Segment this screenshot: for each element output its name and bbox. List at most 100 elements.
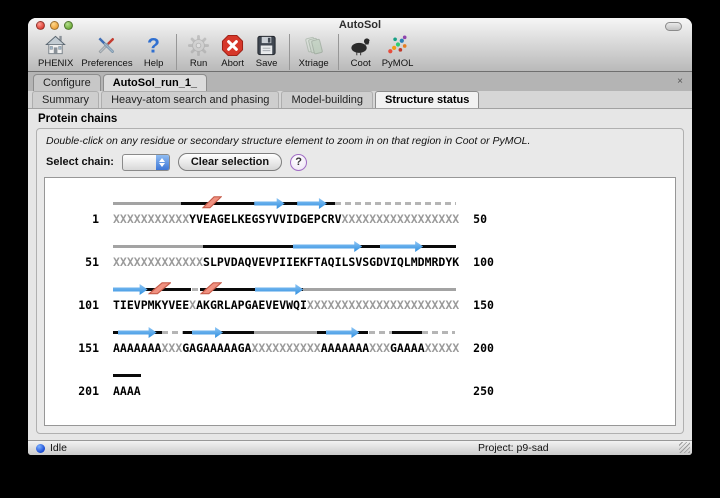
window-title: AutoSol <box>28 18 692 33</box>
sequence-body: AAAAAAAXXXGAGAAAAAGAXXXXXXXXXXAAAAAAAXXX… <box>113 324 459 355</box>
unmodeled-residues[interactable]: XXXXXXXXXXXXXXXXXXXXXX <box>307 298 459 312</box>
tab-configure[interactable]: Configure <box>33 74 101 91</box>
beta-strand-arrow-icon[interactable] <box>326 327 360 338</box>
built-line[interactable] <box>113 374 141 377</box>
subtab-heavy-atom-search-and-phasing[interactable]: Heavy-atom search and phasing <box>101 91 279 108</box>
modeled-residues[interactable]: GAGAAAAAGA <box>182 341 251 355</box>
unmodeled-residues[interactable]: XXX <box>161 341 182 355</box>
beta-strand-arrow-icon[interactable] <box>254 198 284 209</box>
window-chrome: AutoSol PHENIXPreferences?HelpRunAbortSa… <box>28 18 692 72</box>
tools-icon <box>94 33 120 58</box>
sequence-body: XXXXXXXXXXXXXSLPVDAQVEVPIIEKFTAQILSVSGDV… <box>113 238 459 269</box>
disordered-dashes[interactable] <box>422 331 455 334</box>
sequence-letters[interactable]: XXXXXXXXXXXYVEAGELKEGSYVVIDGEPCRVXXXXXXX… <box>113 212 459 226</box>
structure-track <box>113 324 459 341</box>
beta-strand-arrow-icon[interactable] <box>192 327 223 338</box>
save-button[interactable]: Save <box>254 33 280 69</box>
residue-number-end: 150 <box>473 298 509 312</box>
beta-strand-arrow-icon[interactable] <box>297 198 327 209</box>
close-icon[interactable]: × <box>677 77 683 87</box>
beta-strand-arrow-icon[interactable] <box>118 327 157 338</box>
helix-ribbon-icon[interactable] <box>148 280 172 296</box>
modeled-residues[interactable]: YVEAGELKEGSYVVIDGEPCRV <box>189 212 341 226</box>
subtab-structure-status[interactable]: Structure status <box>375 91 479 108</box>
unbuilt-line[interactable] <box>113 245 203 248</box>
modeled-residues[interactable]: AAAAAAA <box>113 341 161 355</box>
unbuilt-line[interactable] <box>254 331 317 334</box>
question-icon: ? <box>141 33 167 58</box>
toolbar-item-label: Help <box>144 58 164 69</box>
sequence-letters[interactable]: AAAA <box>113 384 459 398</box>
modeled-residues[interactable]: AAAA <box>113 384 141 398</box>
modeled-residues[interactable]: SLPVDAQVEVPIIEKFTAQILSVSGDVIQLMDMRDYK <box>203 255 459 269</box>
help-button[interactable]: ? <box>290 154 307 171</box>
modeled-residues[interactable]: GAAAA <box>390 341 425 355</box>
unbuilt-line[interactable] <box>113 202 181 205</box>
coot-button[interactable]: Coot <box>348 33 374 69</box>
sequence-letters[interactable]: AAAAAAAXXXGAGAAAAAGAXXXXXXXXXXAAAAAAAXXX… <box>113 341 459 355</box>
subtab-summary[interactable]: Summary <box>32 91 99 108</box>
minimize-window-button[interactable] <box>50 21 59 30</box>
modeled-residues[interactable]: AAAAAAA <box>321 341 369 355</box>
run-button: Run <box>186 33 212 69</box>
helix-ribbon-icon[interactable] <box>200 280 222 296</box>
zoom-window-button[interactable] <box>64 21 73 30</box>
unmodeled-residues[interactable]: XXX <box>369 341 390 355</box>
unbuilt-line[interactable] <box>303 288 456 291</box>
sequence-body: XXXXXXXXXXXYVEAGELKEGSYVVIDGEPCRVXXXXXXX… <box>113 195 459 226</box>
beta-strand-arrow-icon[interactable] <box>113 284 148 295</box>
residue-number-end: 200 <box>473 341 509 355</box>
structure-track <box>113 238 459 255</box>
disordered-dashes[interactable] <box>192 288 200 291</box>
residue-number-end: 50 <box>473 212 509 226</box>
unmodeled-residues[interactable]: XXXXXXXXXX <box>252 341 321 355</box>
unmodeled-residues[interactable]: XXXXXXXXXXXXXXXXX <box>342 212 460 226</box>
tab-autosol-run-1-[interactable]: AutoSol_run_1_ <box>103 74 207 91</box>
residue-number-end: 100 <box>473 255 509 269</box>
sequence-letters[interactable]: TIEVPMKYVEEXAKGRLAPGAEVEVWQIXXXXXXXXXXXX… <box>113 298 459 312</box>
sequence-body: TIEVPMKYVEEXAKGRLAPGAEVEVWQIXXXXXXXXXXXX… <box>113 281 459 312</box>
clear-selection-button[interactable]: Clear selection <box>178 153 282 171</box>
abort-button[interactable]: Abort <box>220 33 246 69</box>
bird-icon <box>348 33 374 58</box>
sequence-letters[interactable]: XXXXXXXXXXXXXSLPVDAQVEVPIIEKFTAQILSVSGDV… <box>113 255 459 269</box>
resize-grip[interactable] <box>679 442 690 453</box>
residue-number-start: 151 <box>63 341 99 355</box>
unmodeled-residues[interactable]: XXXXXXXXXXXXX <box>113 255 203 269</box>
project-label: Project: p9-sad <box>478 442 549 454</box>
desktop-background: AutoSol PHENIXPreferences?HelpRunAbortSa… <box>0 0 720 498</box>
sequence-row: 1XXXXXXXXXXXYVEAGELKEGSYVVIDGEPCRVXXXXXX… <box>63 195 675 226</box>
toolbar-item-label: Abort <box>221 58 244 69</box>
disordered-dashes[interactable] <box>335 202 457 205</box>
disordered-dashes[interactable] <box>162 331 183 334</box>
chain-select[interactable] <box>122 154 170 171</box>
built-line[interactable] <box>392 331 422 334</box>
pymol-button[interactable]: PyMOL <box>382 33 414 69</box>
helix-ribbon-icon[interactable] <box>202 194 222 210</box>
modeled-residues[interactable]: TIEVPMKYVEE <box>113 298 189 312</box>
select-chain-label: Select chain: <box>46 156 114 168</box>
toolbar-item-label: Run <box>190 58 207 69</box>
disordered-dashes[interactable] <box>369 331 392 334</box>
close-window-button[interactable] <box>36 21 45 30</box>
sequence-panel[interactable]: 1XXXXXXXXXXXYVEAGELKEGSYVVIDGEPCRVXXXXXX… <box>44 177 676 426</box>
titlebar[interactable]: AutoSol <box>28 18 692 32</box>
content-area: Protein chains Double-click on any resid… <box>28 109 692 440</box>
phenix-button[interactable]: PHENIX <box>38 33 73 69</box>
toolbar-toggle-button[interactable] <box>665 22 682 31</box>
unmodeled-residues[interactable]: XXXXX <box>425 341 460 355</box>
help-button[interactable]: ?Help <box>141 33 167 69</box>
beta-strand-arrow-icon[interactable] <box>255 284 303 295</box>
protein-chains-groupbox: Double-click on any residue or secondary… <box>36 128 684 434</box>
toolbar-separator <box>338 34 339 70</box>
stop-icon <box>220 33 246 58</box>
structure-track <box>113 281 459 298</box>
beta-strand-arrow-icon[interactable] <box>293 241 362 252</box>
modeled-residues[interactable]: AKGRLAPGAEVEVWQI <box>196 298 307 312</box>
sequence-row: 51XXXXXXXXXXXXXSLPVDAQVEVPIIEKFTAQILSVSG… <box>63 238 675 269</box>
subtab-model-building[interactable]: Model-building <box>281 91 373 108</box>
unmodeled-residues[interactable]: XXXXXXXXXXX <box>113 212 189 226</box>
structure-track <box>113 195 459 212</box>
preferences-button[interactable]: Preferences <box>81 33 132 69</box>
beta-strand-arrow-icon[interactable] <box>380 241 424 252</box>
